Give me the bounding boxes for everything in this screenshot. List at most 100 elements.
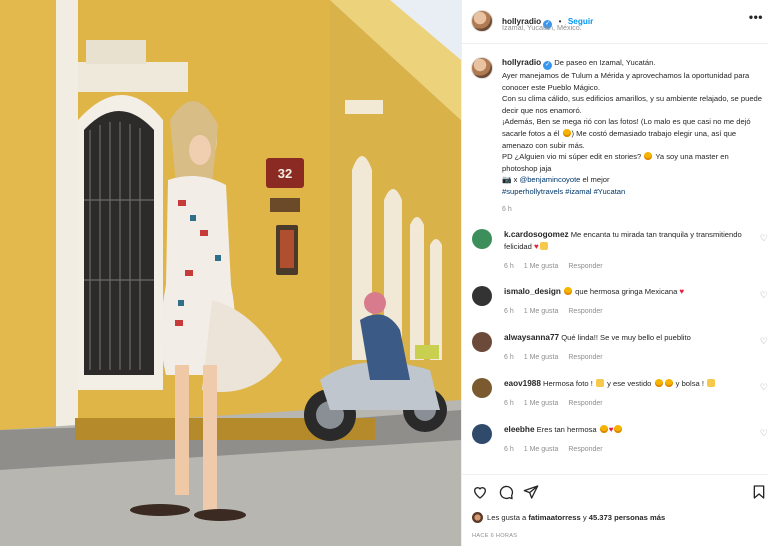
heart-emoji-icon: ♥ <box>679 287 685 296</box>
street-number-sign: 32 <box>278 166 292 181</box>
smiling-emoji-icon <box>599 425 608 433</box>
heart-eyes-emoji-icon <box>564 287 573 295</box>
share-send-icon[interactable] <box>523 484 539 500</box>
more-options-icon[interactable]: ••• <box>749 10 763 24</box>
comment-time: 6 h <box>504 446 514 453</box>
reply-button[interactable]: Responder <box>568 263 602 270</box>
save-bookmark-icon[interactable] <box>751 484 767 500</box>
caption-text: x <box>511 175 520 185</box>
comment-like-count[interactable]: 1 Me gusta <box>524 400 559 407</box>
post-sidebar: hollyradio ✓ • Seguir Izamal, Yucatán, Mé… <box>461 0 768 546</box>
comment-text: eleebhe Eres tan hermosa ♥ <box>504 424 750 436</box>
commenter-avatar[interactable] <box>472 286 492 306</box>
post-time-ago: HACE 6 HORAS <box>472 533 518 539</box>
reply-button[interactable]: Responder <box>568 400 602 407</box>
likes-text: y <box>580 513 589 522</box>
comment-time: 6 h <box>504 354 514 361</box>
commenter-username[interactable]: eleebhe <box>504 425 535 434</box>
comment-text: alwaysanna77 Qué linda!! Se ve muy bello… <box>504 332 750 344</box>
likes-text: personas más <box>611 513 666 522</box>
commenter-username[interactable]: ismalo_design <box>504 287 561 296</box>
comment-bubble-icon[interactable] <box>498 484 514 500</box>
reply-button[interactable]: Responder <box>568 308 602 315</box>
verified-badge-icon: ✓ <box>543 61 553 70</box>
hands-emoji-icon <box>539 241 548 250</box>
heart-emoji-icon: ♥ <box>608 425 614 434</box>
comment-body: y ese vestido <box>607 379 652 388</box>
laughing-emoji-icon <box>562 128 571 137</box>
comment-item: ismalo_design que hermosa gringa Mexican… <box>470 286 768 332</box>
like-heart-icon[interactable] <box>472 484 488 500</box>
instagram-post-viewer: 32 hollyradio ✓ • Seguir Izamal, Yucatán… <box>0 0 768 546</box>
comment-item: eaov1988 Hermosa foto ! y ese vestido y … <box>470 378 768 424</box>
like-comment-icon[interactable]: ♡ <box>760 336 768 347</box>
comment-item: eleebhe Eres tan hermosa ♥ 6 h 1 Me gusta… <box>470 424 768 470</box>
comment-time: 6 h <box>504 400 514 407</box>
thumbs-up-emoji-icon <box>707 379 716 387</box>
author-avatar[interactable] <box>471 10 493 32</box>
caption-line: De paseo en Izamal, Yucatán. <box>554 58 656 67</box>
commenter-avatar[interactable] <box>472 378 492 398</box>
comment-meta: 6 h 1 Me gusta Responder <box>504 354 613 361</box>
caption-line: Con su clima cálido, sus edificios amari… <box>502 94 763 115</box>
heart-eyes-emoji-icon <box>664 379 673 387</box>
heart-eyes-emoji-icon <box>614 425 623 433</box>
post-actions: Les gusta a fatimaatorress y 45.373 pers… <box>462 474 768 546</box>
likes-summary[interactable]: Les gusta a fatimaatorress y 45.373 pers… <box>472 512 665 523</box>
comment-time: 6 h <box>504 308 514 315</box>
hashtags-link[interactable]: #superhollytravels #izamal #Yucatan <box>502 186 764 198</box>
comment-like-count[interactable]: 1 Me gusta <box>524 446 559 453</box>
comment-text: k.cardosogomez Me encanta tu mirada tan … <box>504 229 750 252</box>
comments-scroll-area[interactable]: hollyradio ✓ De paseo en Izamal, Yucatán.… <box>462 45 768 473</box>
caption-timestamp: 6 h <box>502 206 512 213</box>
likes-count[interactable]: 45.373 <box>589 513 612 522</box>
comment-meta: 6 h 1 Me gusta Responder <box>504 446 613 453</box>
heart-emoji-icon: ♥ <box>534 241 539 251</box>
laughing-emoji-icon <box>644 152 653 161</box>
comment-like-count[interactable]: 1 Me gusta <box>524 354 559 361</box>
comment-text: ismalo_design que hermosa gringa Mexican… <box>504 286 750 298</box>
comment-item: alwaysanna77 Qué linda!! Se ve muy bello… <box>470 332 768 378</box>
commenter-avatar[interactable] <box>472 332 492 352</box>
like-comment-icon[interactable]: ♡ <box>760 382 768 393</box>
comment-meta: 6 h 1 Me gusta Responder <box>504 263 613 270</box>
commenter-username[interactable]: alwaysanna77 <box>504 333 559 342</box>
caption-username[interactable]: hollyradio <box>502 58 541 67</box>
photo-illustration: 32 <box>0 0 461 546</box>
post-location[interactable]: Izamal, Yucatán, México. <box>502 23 582 32</box>
comment-body: que hermosa gringa Mexicana <box>575 287 678 296</box>
like-comment-icon[interactable]: ♡ <box>760 233 768 244</box>
likes-text: Les gusta a <box>487 513 529 522</box>
liker-username[interactable]: fatimaatorress <box>528 513 580 522</box>
comment-like-count[interactable]: 1 Me gusta <box>524 308 559 315</box>
caption-line: PD ¿Alguien vio mi súper edit en stories… <box>502 152 642 162</box>
commenter-username[interactable]: eaov1988 <box>504 379 541 388</box>
reply-button[interactable]: Responder <box>568 446 602 453</box>
caption-line: Ayer manejamos de Tulum a Mérida y aprov… <box>502 71 750 92</box>
comment-like-count[interactable]: 1 Me gusta <box>524 263 559 270</box>
like-comment-icon[interactable]: ♡ <box>760 428 768 439</box>
mention-link[interactable]: @benjamincoyote <box>520 175 581 184</box>
commenter-avatar[interactable] <box>472 229 492 249</box>
caption-author-avatar[interactable] <box>471 57 493 79</box>
like-comment-icon[interactable]: ♡ <box>760 290 768 301</box>
comment-meta: 6 h 1 Me gusta Responder <box>504 400 613 407</box>
comment-body: Hermosa foto ! <box>543 379 593 388</box>
comment-time: 6 h <box>504 263 514 270</box>
reply-button[interactable]: Responder <box>568 354 602 361</box>
comment-body: y bolsa ! <box>675 379 704 388</box>
comment-text: eaov1988 Hermosa foto ! y ese vestido y … <box>504 378 750 390</box>
post-header: hollyradio ✓ • Seguir Izamal, Yucatán, Mé… <box>462 0 768 44</box>
post-caption: hollyradio ✓ De paseo en Izamal, Yucatán.… <box>502 57 764 198</box>
comment-item: k.cardosogomez Me encanta tu mirada tan … <box>470 229 768 275</box>
caption-text: el mejor <box>580 175 610 185</box>
commenter-username[interactable]: k.cardosogomez <box>504 230 569 239</box>
comment-meta: 6 h 1 Me gusta Responder <box>504 308 613 315</box>
liker-avatar <box>472 512 483 523</box>
post-photo[interactable]: 32 <box>0 0 461 546</box>
commenter-avatar[interactable] <box>472 424 492 444</box>
comment-body: Qué linda!! Se ve muy bello el pueblito <box>561 333 691 342</box>
comment-body: Eres tan hermosa <box>536 425 597 434</box>
heart-eyes-emoji-icon <box>654 379 663 387</box>
hands-emoji-icon <box>595 379 604 387</box>
